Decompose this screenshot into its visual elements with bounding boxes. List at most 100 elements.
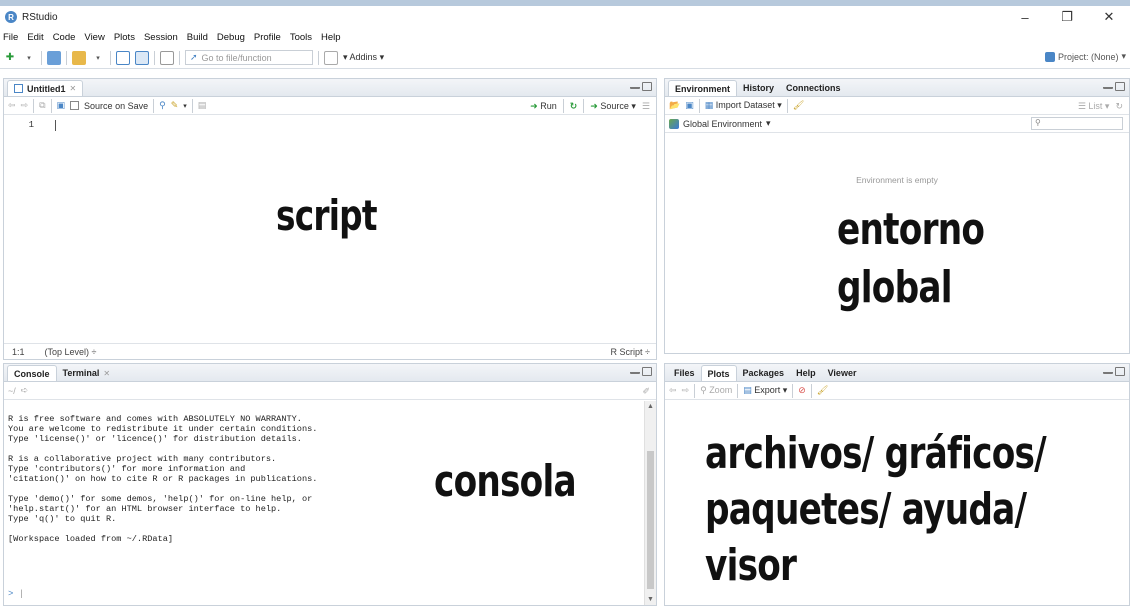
zoom-button[interactable]: ⚲ Zoom bbox=[700, 385, 732, 396]
tab-history[interactable]: History bbox=[737, 80, 780, 96]
close-tab-icon[interactable]: ✕ bbox=[70, 84, 77, 93]
console-line: Type 'q()' to quit R. bbox=[8, 514, 117, 524]
run-button[interactable]: ➜ Run bbox=[530, 101, 557, 112]
save-icon[interactable] bbox=[116, 50, 130, 65]
show-in-window-icon[interactable]: ⧉ bbox=[39, 100, 45, 111]
source-on-save-label: Source on Save bbox=[84, 100, 149, 111]
clear-console-icon[interactable]: ✐ bbox=[642, 386, 650, 397]
new-project-icon[interactable] bbox=[47, 50, 61, 65]
menu-session[interactable]: Session bbox=[144, 32, 178, 43]
working-directory[interactable]: ~/ bbox=[8, 386, 16, 396]
save-icon[interactable]: ▣ bbox=[57, 100, 66, 111]
grid-layout-icon[interactable] bbox=[324, 50, 338, 65]
refresh-icon[interactable]: ↻ bbox=[1115, 101, 1123, 112]
menu-plots[interactable]: Plots bbox=[114, 32, 135, 43]
tab-console[interactable]: Console bbox=[7, 365, 57, 381]
minimize-pane-icon[interactable] bbox=[1103, 367, 1113, 374]
source-label: Source bbox=[600, 100, 629, 111]
menu-edit[interactable]: Edit bbox=[27, 32, 43, 43]
back-arrow-icon[interactable]: ⇦ bbox=[669, 385, 677, 396]
console-scrollbar[interactable]: ▲ ▼ bbox=[644, 401, 656, 605]
source-tabstrip: Untitled1 ✕ bbox=[4, 79, 656, 97]
console-pane: Console Terminal ✕ ~/ ➪ ✐ R is free softw… bbox=[3, 363, 657, 606]
scrollbar-thumb[interactable] bbox=[647, 451, 654, 589]
dropdown-icon[interactable]: ▾ bbox=[91, 51, 105, 65]
tab-label: Untitled1 bbox=[27, 83, 66, 94]
toolbar-separator bbox=[698, 98, 700, 113]
source-on-save-checkbox[interactable] bbox=[70, 101, 80, 110]
tab-packages[interactable]: Packages bbox=[737, 365, 791, 381]
menu-file[interactable]: File bbox=[3, 32, 18, 43]
console-prompt[interactable]: > | bbox=[8, 589, 24, 599]
env-tabstrip: Environment History Connections bbox=[665, 79, 1129, 97]
tab-environment[interactable]: Environment bbox=[668, 80, 738, 96]
source-statusbar: 1:1 (Top Level) ÷ R Script ÷ bbox=[4, 343, 656, 359]
load-workspace-icon[interactable]: 📂 bbox=[669, 100, 680, 111]
outline-icon[interactable]: ☰ bbox=[642, 101, 650, 112]
menu-code[interactable]: Code bbox=[53, 32, 76, 43]
scroll-down-icon[interactable]: ▼ bbox=[647, 596, 654, 603]
new-file-icon[interactable]: ✚ bbox=[3, 51, 17, 65]
toolbar-separator bbox=[41, 50, 42, 65]
menu-debug[interactable]: Debug bbox=[217, 32, 245, 43]
broom-icon[interactable]: 🖌 bbox=[817, 385, 828, 396]
magic-wand-icon[interactable]: ✎ bbox=[171, 100, 179, 111]
menu-view[interactable]: View bbox=[84, 32, 104, 43]
maximize-button[interactable]: ❐ bbox=[1046, 6, 1088, 28]
list-view-button[interactable]: ☰ List ▾ bbox=[1078, 101, 1110, 112]
export-button[interactable]: ▤ Export ▾ bbox=[743, 385, 787, 396]
close-tab-icon[interactable]: ✕ bbox=[103, 369, 110, 378]
dropdown-icon[interactable]: ▾ bbox=[183, 102, 187, 110]
forward-arrow-icon[interactable]: ⇨ bbox=[21, 100, 29, 111]
pane-controls bbox=[630, 367, 652, 376]
remove-plot-icon[interactable]: ⊘ bbox=[798, 385, 806, 396]
print-icon[interactable] bbox=[160, 50, 174, 65]
minimize-button[interactable]: – bbox=[1004, 6, 1046, 28]
addins-button[interactable]: ▾ Addins ▾ bbox=[343, 52, 384, 63]
minimize-pane-icon[interactable] bbox=[630, 82, 640, 89]
menu-help[interactable]: Help bbox=[321, 32, 341, 43]
tab-help[interactable]: Help bbox=[790, 365, 822, 381]
forward-arrow-icon[interactable]: ⇨ bbox=[682, 385, 690, 396]
minimize-pane-icon[interactable] bbox=[630, 367, 640, 374]
goto-file-input[interactable]: ➚ Go to file/function bbox=[185, 50, 313, 65]
save-workspace-icon[interactable]: ▣ bbox=[685, 100, 694, 111]
tab-terminal[interactable]: Terminal ✕ bbox=[57, 365, 117, 381]
search-icon[interactable]: ⚲ bbox=[159, 100, 166, 111]
env-search-input[interactable]: ⚲ bbox=[1031, 117, 1123, 130]
maximize-pane-icon[interactable] bbox=[642, 367, 652, 376]
broom-icon[interactable]: 🖌 bbox=[793, 100, 804, 111]
back-arrow-icon[interactable]: ⇦ bbox=[8, 100, 16, 111]
global-environment-selector[interactable]: Global Environment ▾ bbox=[669, 118, 771, 129]
files-pane: Files Plots Packages Help Viewer ⇦ ⇨ ⚲ Z… bbox=[664, 363, 1130, 606]
compile-report-icon[interactable]: ▤ bbox=[198, 100, 207, 111]
rerun-icon[interactable]: ↻ bbox=[570, 101, 578, 112]
minimize-pane-icon[interactable] bbox=[1103, 82, 1113, 89]
source-button[interactable]: ➜ Source ▾ bbox=[590, 101, 636, 112]
toolbar-separator bbox=[179, 50, 180, 65]
maximize-pane-icon[interactable] bbox=[1115, 367, 1125, 376]
window-title: RStudio bbox=[22, 11, 58, 23]
project-menu[interactable]: Project: (None) ▾ bbox=[1044, 51, 1126, 62]
save-all-icon[interactable] bbox=[135, 50, 149, 65]
filetype-selector[interactable]: R Script ÷ bbox=[611, 347, 650, 357]
scroll-up-icon[interactable]: ▲ bbox=[647, 403, 654, 410]
tab-connections[interactable]: Connections bbox=[780, 80, 847, 96]
maximize-pane-icon[interactable] bbox=[642, 82, 652, 91]
menu-build[interactable]: Build bbox=[187, 32, 208, 43]
go-to-directory-icon[interactable]: ➪ bbox=[21, 385, 29, 396]
tab-plots[interactable]: Plots bbox=[700, 365, 737, 381]
scope-selector[interactable]: (Top Level) ÷ bbox=[45, 347, 97, 357]
dropdown-icon[interactable]: ▾ bbox=[22, 51, 36, 65]
menu-profile[interactable]: Profile bbox=[254, 32, 281, 43]
open-file-icon[interactable] bbox=[72, 50, 86, 65]
menu-tools[interactable]: Tools bbox=[290, 32, 312, 43]
maximize-pane-icon[interactable] bbox=[1115, 82, 1125, 91]
tab-viewer[interactable]: Viewer bbox=[822, 365, 863, 381]
run-arrow-icon: ➜ bbox=[530, 100, 538, 111]
import-dataset-button[interactable]: ▦ Import Dataset ▾ bbox=[705, 100, 782, 111]
tab-untitled1[interactable]: Untitled1 ✕ bbox=[7, 80, 84, 96]
tab-files[interactable]: Files bbox=[668, 365, 701, 381]
close-button[interactable]: ✕ bbox=[1088, 6, 1130, 28]
